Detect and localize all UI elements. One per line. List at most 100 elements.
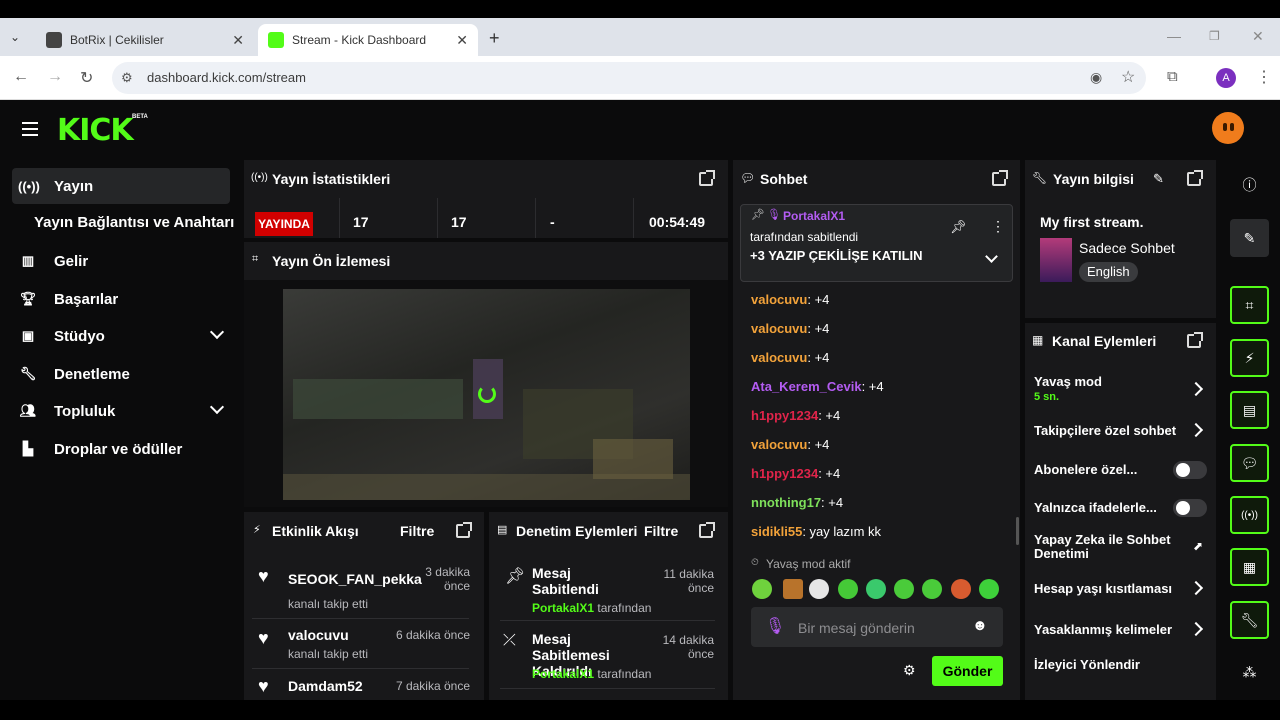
edit-icon[interactable]: ✎ (1153, 171, 1164, 187)
emote-4-icon[interactable] (838, 579, 858, 599)
popout-icon[interactable] (699, 170, 715, 186)
chat-username[interactable]: valocuvu (751, 350, 807, 365)
sidebar-item-stream-key[interactable]: Yayın Bağlantısı ve Anahtarı (34, 214, 234, 231)
wrench-icon[interactable]: 🔧︎ (1230, 601, 1269, 639)
chat-message[interactable]: valocuvu: +4 (751, 321, 829, 336)
browser-menu-icon[interactable]: ⋮ (1256, 67, 1272, 87)
window-close-icon[interactable]: ✕ (1252, 28, 1264, 45)
emote-3-icon[interactable] (809, 579, 829, 599)
chat-input-placeholder[interactable]: Bir mesaj gönderin (798, 620, 915, 636)
sidebar-item-denetleme[interactable]: 🔧︎ Denetleme (12, 356, 230, 392)
chat-message[interactable]: Ata_Kerem_Cevik: +4 (751, 379, 884, 394)
profile-avatar[interactable]: A (1216, 68, 1236, 88)
bookmark-star-icon[interactable]: ☆ (1121, 67, 1135, 87)
popout-icon[interactable] (1187, 170, 1203, 186)
ai-moderation-setting[interactable]: Yapay Zeka ile Sohbet Denetimi (1034, 533, 1184, 561)
site-info-icon[interactable]: ⚙ (121, 70, 133, 86)
chat-username[interactable]: valocuvu (751, 292, 807, 307)
chevron-down-icon[interactable] (209, 324, 225, 340)
emote-8-icon[interactable] (951, 579, 971, 599)
sidebar-item-gelir[interactable]: ▥ Gelir (12, 243, 230, 279)
chat-username[interactable]: valocuvu (751, 437, 807, 452)
popout-icon[interactable] (699, 522, 715, 538)
close-tab-icon[interactable]: ✕ (232, 32, 244, 49)
extensions-icon[interactable]: ⧉ (1167, 68, 1178, 85)
reload-icon[interactable]: ↻ (80, 68, 93, 88)
pin-action-icon[interactable]: 📌︎ (950, 219, 967, 235)
emote-7-icon[interactable] (922, 579, 942, 599)
minimize-icon[interactable]: — (1167, 28, 1181, 44)
sidebar-item-basarilar[interactable]: 🏆︎ Başarılar (12, 281, 230, 317)
lightning-icon[interactable]: ⚡︎ (1230, 339, 1269, 377)
chat-text: : +4 (807, 292, 830, 307)
chat-settings-icon[interactable]: ⚙ (903, 662, 916, 679)
emote-2-icon[interactable] (783, 579, 803, 599)
modactions-filter-button[interactable]: Filtre (644, 523, 678, 539)
browser-tab-botrix[interactable]: BotRix | Cekilisler ✕ (36, 24, 254, 56)
info-icon[interactable]: ⓘ (1230, 166, 1269, 204)
modaction-time: 14 dakika önce (662, 633, 714, 661)
browser-tab-kick[interactable]: Stream - Kick Dashboard ✕ (258, 24, 478, 56)
kick-logo[interactable]: KICK (57, 113, 134, 148)
menu-icon[interactable] (22, 122, 38, 140)
emotes-only-toggle[interactable] (1173, 499, 1207, 517)
emoji-icon[interactable]: ☻ (972, 617, 988, 634)
user-avatar[interactable] (1212, 112, 1244, 144)
emote-9-icon[interactable] (979, 579, 999, 599)
account-age-setting[interactable]: Hesap yaşı kısıtlaması (1034, 582, 1172, 596)
restore-icon[interactable]: ❐ (1209, 29, 1220, 43)
modactions-title: Denetim Eylemleri (516, 523, 638, 539)
more-options-icon[interactable]: ⋮ (991, 218, 1005, 235)
send-button[interactable]: Gönder (932, 656, 1003, 686)
chat-username[interactable]: sidikli55 (751, 524, 802, 539)
chat-message[interactable]: valocuvu: +4 (751, 350, 829, 365)
chevron-down-icon[interactable] (209, 399, 225, 415)
sidebar-item-droplar[interactable]: ▙ Droplar ve ödüller (12, 431, 230, 467)
chat-message[interactable]: valocuvu: +4 (751, 437, 829, 452)
community-icon[interactable]: ⁂ (1230, 653, 1269, 691)
chat-message[interactable]: h1ppy1234: +4 (751, 466, 840, 481)
followers-only-setting[interactable]: Takipçilere özel sohbet (1034, 424, 1176, 438)
back-icon[interactable]: ← (13, 68, 29, 86)
popout-icon[interactable] (456, 522, 472, 538)
chat-message[interactable]: h1ppy1234: +4 (751, 408, 840, 423)
slow-mode-setting[interactable]: Yavaş mod (1034, 375, 1102, 389)
emote-6-icon[interactable] (894, 579, 914, 599)
chat-username[interactable]: Ata_Kerem_Cevik (751, 379, 862, 394)
sidebar-item-yayin[interactable]: ((•)) Yayın (12, 168, 230, 204)
channel-icon[interactable]: ▦ (1230, 548, 1269, 586)
external-link-icon[interactable]: ⬈ (1193, 539, 1203, 553)
emote-1-icon[interactable] (752, 579, 772, 599)
chat-message[interactable]: nnothing17: +4 (751, 495, 843, 510)
new-tab-icon[interactable]: + (489, 28, 500, 49)
broadcast-icon[interactable]: ((•)) (1230, 496, 1269, 534)
chat-message[interactable]: sidikli55: yay lazım kk (751, 524, 881, 539)
emote-5-icon[interactable] (866, 579, 886, 599)
chat-username[interactable]: h1ppy1234 (751, 466, 818, 481)
sidebar-item-topluluk[interactable]: 👥︎ Topluluk (12, 393, 230, 429)
preview-icon[interactable]: ⌗ (1230, 286, 1269, 324)
close-tab-icon[interactable]: ✕ (456, 32, 468, 49)
raid-setting[interactable]: İzleyici Yönlendir (1034, 658, 1140, 672)
forward-icon[interactable]: → (47, 68, 63, 86)
document-icon[interactable]: ▤ (1230, 391, 1269, 429)
eye-off-icon[interactable]: ◉ (1090, 69, 1102, 86)
banned-words-setting[interactable]: Yasaklanmış kelimeler (1034, 623, 1172, 637)
category-name[interactable]: Sadece Sohbet (1079, 240, 1175, 256)
sidebar-item-studyo[interactable]: ▣ Stüdyo (12, 318, 230, 354)
chat-username[interactable]: h1ppy1234 (751, 408, 818, 423)
chat-text: : +4 (818, 466, 841, 481)
chat-message[interactable]: valocuvu: +4 (751, 292, 829, 307)
popout-icon[interactable] (992, 170, 1008, 186)
subs-only-toggle[interactable] (1173, 461, 1207, 479)
tab-list-chevron-icon[interactable]: ⌄ (10, 30, 20, 44)
chat-username[interactable]: nnothing17 (751, 495, 821, 510)
chat-icon[interactable]: 💬︎ (1230, 444, 1269, 482)
edit-icon[interactable]: ✎ (1230, 219, 1269, 257)
popout-icon[interactable] (1187, 332, 1203, 348)
divider (437, 198, 438, 238)
chat-scrollbar[interactable] (1016, 517, 1019, 545)
chat-username[interactable]: valocuvu (751, 321, 807, 336)
url-text[interactable]: dashboard.kick.com/stream (147, 70, 306, 85)
activity-filter-button[interactable]: Filtre (400, 523, 434, 539)
